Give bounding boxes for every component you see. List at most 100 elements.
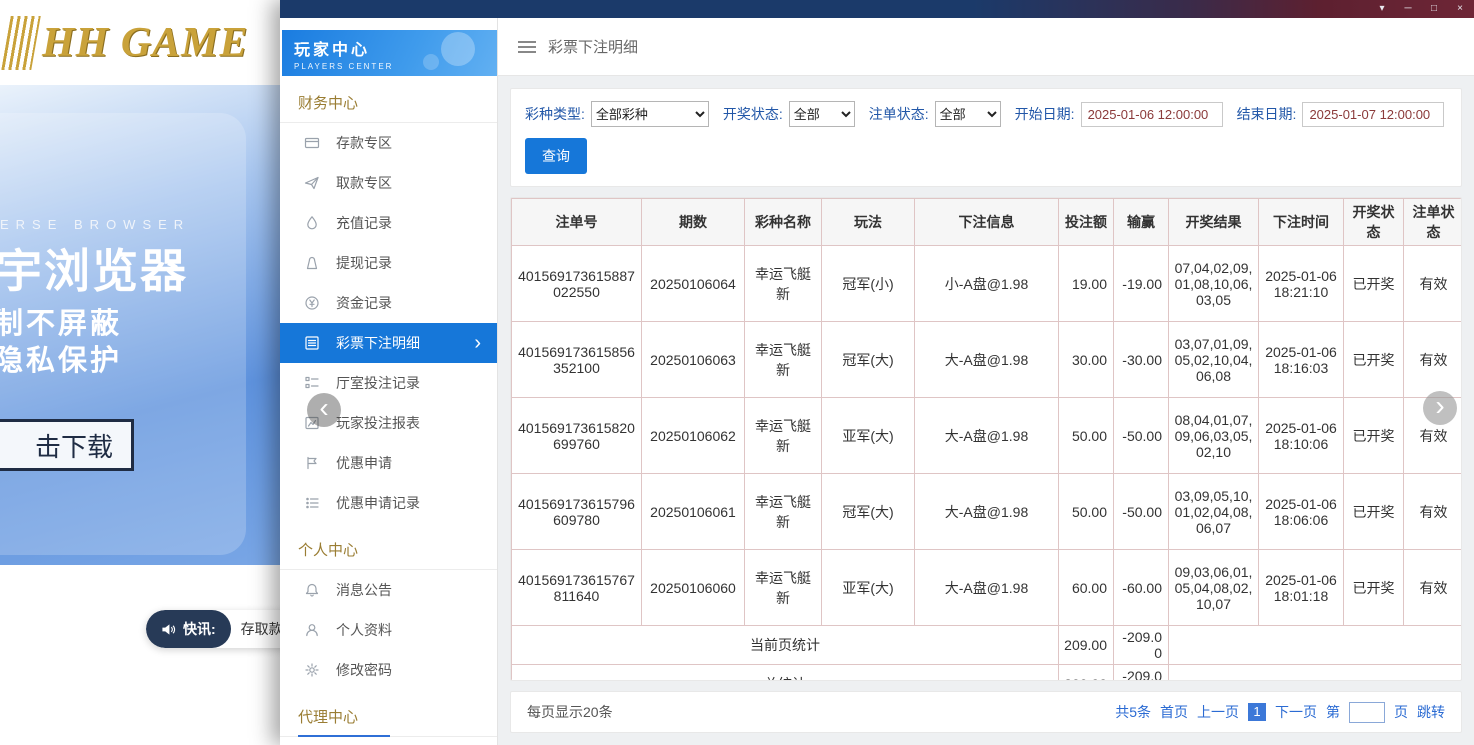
column-header: 彩种名称 — [745, 199, 822, 246]
prev-page-link[interactable]: 上一页 — [1197, 702, 1239, 722]
column-header: 玩法 — [822, 199, 915, 246]
minimize-icon[interactable]: ─ — [1402, 0, 1414, 18]
column-header: 期数 — [642, 199, 745, 246]
draw-status-select[interactable]: 全部 — [789, 101, 855, 127]
hall-record-icon — [304, 375, 320, 391]
table-cell: 有效 — [1404, 474, 1463, 550]
promo-record-icon — [304, 495, 320, 511]
lottery-type-select[interactable]: 全部彩种 — [591, 101, 709, 127]
withdraw-icon — [304, 175, 320, 191]
summary-empty — [1169, 626, 1463, 665]
table-cell: 20250106062 — [642, 398, 745, 474]
sidebar-item-promo-apply[interactable]: 优惠申请 — [280, 443, 497, 483]
column-header: 下注信息 — [915, 199, 1059, 246]
sidebar-item-label: 提现记录 — [336, 253, 392, 273]
menu-toggle-icon[interactable] — [518, 40, 536, 54]
table-cell: 冠军(大) — [822, 474, 915, 550]
sidebar-item-withdraw[interactable]: 取款专区 — [280, 163, 497, 203]
summary-winloss-total: -209.00 — [1114, 626, 1169, 665]
ad-banner: ERSE BROWSER 宇浏览器 制不屏蔽 隐私保护 击下载 — [0, 85, 300, 565]
banner-headline: 宇浏览器 — [0, 235, 188, 301]
table-cell: 大-A盘@1.98 — [915, 474, 1059, 550]
page-jump-input[interactable] — [1349, 702, 1385, 723]
sidebar-item-deposit[interactable]: 存款专区 — [280, 123, 497, 163]
table-cell: 有效 — [1404, 246, 1463, 322]
brand-logo: HH GAME — [42, 19, 249, 67]
filter-lottery-type: 彩种类型:全部彩种 — [525, 101, 709, 127]
table-cell: 亚军(大) — [822, 550, 915, 626]
filter-panel: 彩种类型:全部彩种开奖状态:全部注单状态:全部开始日期:结束日期: 查询 — [510, 88, 1462, 187]
table-cell: 2025-01-06 18:01:18 — [1259, 550, 1344, 626]
close-icon[interactable]: × — [1454, 0, 1466, 18]
table-cell: 大-A盘@1.98 — [915, 550, 1059, 626]
filter-label: 开奖状态: — [723, 104, 783, 124]
table-cell: 有效 — [1404, 322, 1463, 398]
sidebar-item-profile[interactable]: 个人资料 — [280, 610, 497, 650]
table-header-row: 注单号期数彩种名称玩法下注信息投注额输赢开奖结果下注时间开奖状态注单状态 — [512, 199, 1463, 246]
summary-bet-total: 209.00 — [1059, 665, 1114, 682]
table-cell: 401569173615856352100 — [512, 322, 642, 398]
banner-subline-2: 隐私保护 — [0, 337, 122, 379]
summary-winloss-total: -209.00 — [1114, 665, 1169, 682]
pagination-controls: 共5条 首页 上一页 1 下一页 第 页 跳转 — [1115, 702, 1445, 723]
carousel-next-icon[interactable]: › — [1423, 391, 1457, 425]
page-size-label: 每页显示20条 — [527, 702, 613, 722]
table-cell: 60.00 — [1059, 550, 1114, 626]
table-cell: -50.00 — [1114, 474, 1169, 550]
table-cell: 03,07,01,09,05,02,10,04,06,08 — [1169, 322, 1259, 398]
table-cell: 大-A盘@1.98 — [915, 322, 1059, 398]
menu-group-title: 代理中心 — [280, 690, 497, 737]
sidebar-item-label: 消息公告 — [336, 580, 392, 600]
table-cell: 大-A盘@1.98 — [915, 398, 1059, 474]
sidebar-item-label: 个人资料 — [336, 620, 392, 640]
bet-status-select[interactable]: 全部 — [935, 101, 1001, 127]
start-date-input[interactable] — [1081, 102, 1223, 127]
filter-start-date: 开始日期: — [1015, 102, 1223, 127]
sidebar-item-funds[interactable]: 资金记录 — [280, 283, 497, 323]
first-page-link[interactable]: 首页 — [1160, 702, 1188, 722]
table-cell: 已开奖 — [1344, 246, 1404, 322]
sidebar-item-label: 资金记录 — [336, 293, 392, 313]
next-page-link[interactable]: 下一页 — [1275, 702, 1317, 722]
password-icon — [304, 662, 320, 678]
sidebar-item-promo-record[interactable]: 优惠申请记录 — [280, 483, 497, 523]
screen: HH GAME ERSE BROWSER 宇浏览器 制不屏蔽 隐私保护 击下载 … — [0, 0, 1474, 745]
cashout-icon — [304, 255, 320, 271]
dropdown-icon[interactable]: ▾ — [1376, 0, 1388, 18]
brand-header: HH GAME — [0, 0, 300, 85]
table-cell: 50.00 — [1059, 398, 1114, 474]
table-cell: 2025-01-06 18:16:03 — [1259, 322, 1344, 398]
table-cell: 冠军(小) — [822, 246, 915, 322]
table-cell: 冠军(大) — [822, 322, 915, 398]
column-header: 下注时间 — [1259, 199, 1344, 246]
table-cell: 已开奖 — [1344, 474, 1404, 550]
pagination-bar: 每页显示20条 共5条 首页 上一页 1 下一页 第 页 跳转 — [510, 691, 1462, 733]
logo-bars-icon — [1, 16, 41, 70]
ticker-label: 快讯: — [146, 610, 231, 648]
filter-end-date: 结束日期: — [1237, 102, 1445, 127]
menu-group-title: 个人中心 — [280, 523, 497, 570]
current-page[interactable]: 1 — [1248, 703, 1266, 721]
sidebar-item-notice[interactable]: 消息公告 — [280, 570, 497, 610]
maximize-icon[interactable]: □ — [1428, 0, 1440, 18]
table-cell: -60.00 — [1114, 550, 1169, 626]
table-cell: 有效 — [1404, 550, 1463, 626]
news-ticker: 快讯: 存取款, — [146, 610, 300, 648]
sidebar: 玩家中心 PLAYERS CENTER 财务中心存款专区取款专区充值记录提现记录… — [280, 18, 498, 745]
table-cell: 07,04,02,09,01,08,10,06,03,05 — [1169, 246, 1259, 322]
sidebar-item-lottery-detail[interactable]: 彩票下注明细› — [280, 323, 497, 363]
sidebar-header: 玩家中心 PLAYERS CENTER — [282, 30, 497, 76]
carousel-prev-icon[interactable]: ‹ — [307, 393, 341, 427]
sidebar-item-label: 取款专区 — [336, 173, 392, 193]
jump-button[interactable]: 跳转 — [1417, 702, 1445, 722]
sidebar-item-cashout[interactable]: 提现记录 — [280, 243, 497, 283]
table-cell: 20250106064 — [642, 246, 745, 322]
search-button[interactable]: 查询 — [525, 138, 587, 174]
sidebar-item-password[interactable]: 修改密码 — [280, 650, 497, 690]
table-cell: 2025-01-06 18:06:06 — [1259, 474, 1344, 550]
table-cell: 2025-01-06 18:21:10 — [1259, 246, 1344, 322]
end-date-input[interactable] — [1302, 102, 1444, 127]
sidebar-item-label: 存款专区 — [336, 133, 392, 153]
download-button[interactable]: 击下载 — [0, 419, 134, 471]
sidebar-item-recharge[interactable]: 充值记录 — [280, 203, 497, 243]
